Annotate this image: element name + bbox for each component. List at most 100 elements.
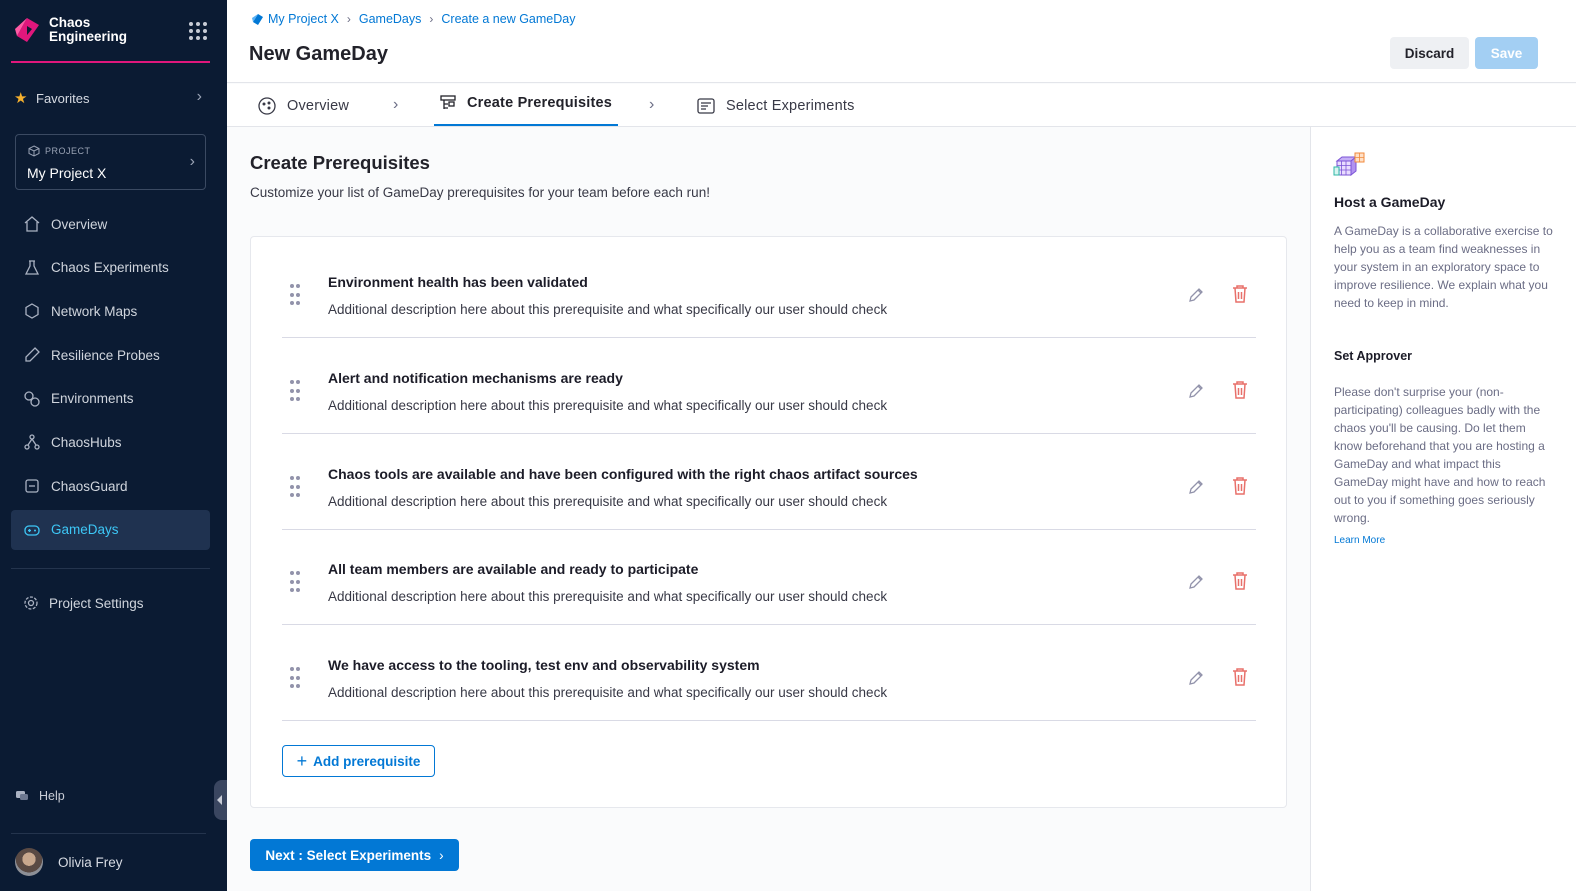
gear-icon [24,596,38,610]
project-selector[interactable]: PROJECT My Project X › [15,134,206,190]
sidebar-item-chaos-experiments[interactable]: Chaos Experiments [11,248,210,288]
favorites-item[interactable]: ★ Favorites › [11,84,210,112]
help-panel-subtitle: Set Approver [1334,349,1413,363]
chevron-right-icon: › [649,96,655,113]
brand-line2: Engineering [49,29,128,44]
sidebar-item-label: ChaosGuard [51,478,128,494]
sidebar-item-chaosguard[interactable]: ChaosGuard [11,466,210,506]
delete-icon[interactable] [1231,380,1249,400]
next-select-experiments-button[interactable]: Next : Select Experiments › [250,839,459,871]
project-label: PROJECT [45,146,91,156]
sidebar-nav: Overview Chaos Experiments Network Maps … [11,204,210,554]
sidebar-item-environments[interactable]: Environments [11,379,210,419]
user-profile[interactable]: Olivia Frey [15,848,123,876]
plus-icon: + [296,750,308,771]
tab-label: Overview [287,97,350,114]
help-label: Help [39,789,65,803]
drag-handle-icon[interactable] [290,284,300,308]
add-prerequisite-label: Add prerequisite [313,753,421,769]
tab-select-experiments[interactable]: Select Experiments [696,84,855,127]
breadcrumb-gamedays[interactable]: GameDays [359,12,422,26]
chevron-right-icon: › [189,153,195,170]
save-button[interactable]: Save [1475,37,1538,69]
list-item: All team members are available and ready… [282,529,1256,625]
edit-icon[interactable] [1187,478,1205,496]
delete-icon[interactable] [1231,571,1249,591]
brand-divider [11,61,210,63]
hub-icon [24,434,40,451]
breadcrumb-project[interactable]: My Project X [268,12,339,26]
flask-icon [24,260,40,275]
sidebar-item-overview[interactable]: Overview [11,204,210,244]
sidebar-item-chaoshubs[interactable]: ChaosHubs [11,422,210,462]
project-name: My Project X [27,165,107,181]
chevron-right-icon: › [196,88,202,105]
probe-icon [25,347,40,362]
help-panel: Host a GameDay A GameDay is a collaborat… [1310,127,1576,891]
user-name: Olivia Frey [58,854,123,870]
sidebar-item-label: GameDays [51,522,119,538]
page-header: My Project X › GameDays › Create a new G… [227,0,1576,83]
prerequisite-description: Additional description here about this p… [328,302,888,317]
chaos-logo-icon [15,18,39,42]
discard-button[interactable]: Discard [1390,37,1469,69]
list-item: Alert and notification mechanisms are re… [282,338,1256,434]
experiments-icon [697,97,715,114]
brand-line1: Chaos [49,15,91,30]
prerequisite-title: Chaos tools are available and have been … [328,466,918,482]
edit-icon[interactable] [1187,573,1205,591]
sidebar-item-gamedays[interactable]: GameDays [11,509,210,550]
sidebar-item-project-settings[interactable]: Project Settings [11,584,210,622]
sidebar-item-label: Chaos Experiments [51,260,169,276]
prerequisites-icon [440,94,456,109]
star-icon: ★ [14,90,28,107]
brand[interactable]: Chaos Engineering [14,16,127,44]
sidebar-item-network-maps[interactable]: Network Maps [11,291,210,331]
gamepad-icon [24,525,40,536]
breadcrumb: My Project X › GameDays › Create a new G… [251,12,575,26]
drag-handle-icon[interactable] [290,380,300,404]
wizard-tabs: Overview › Create Prerequisites › Select… [227,84,1576,127]
edit-icon[interactable] [1187,669,1205,687]
sidebar-item-label: Overview [51,216,108,232]
user-divider [11,833,206,834]
tab-create-prerequisites[interactable]: Create Prerequisites [439,81,612,124]
list-item: Environment health has been validated Ad… [282,242,1256,338]
prerequisite-description: Additional description here about this p… [328,494,888,509]
drag-handle-icon[interactable] [290,476,300,500]
edit-icon[interactable] [1187,286,1205,304]
edit-icon[interactable] [1187,382,1205,400]
sidebar-item-resilience-probes[interactable]: Resilience Probes [11,335,210,375]
sidebar-item-label: Network Maps [51,303,138,319]
help-panel-title: Host a GameDay [1334,194,1446,210]
chevron-right-icon: › [393,96,399,113]
avatar [15,848,43,876]
drag-handle-icon[interactable] [290,571,300,595]
help-item[interactable]: Help [15,789,65,803]
prerequisite-description: Additional description here about this p… [328,398,888,413]
section-title: Create Prerequisites [250,152,430,173]
favorites-label: Favorites [36,90,90,106]
delete-icon[interactable] [1231,667,1249,687]
tab-label: Create Prerequisites [467,94,613,111]
cube-icon [28,145,40,157]
next-button-label: Next : Select Experiments [265,847,432,863]
hexagon-icon [25,303,39,320]
sidebar-collapse-handle[interactable] [214,780,227,820]
help-panel-text2: Please don't surprise your (non-particip… [1334,385,1546,525]
add-prerequisite-button[interactable]: + Add prerequisite [282,745,435,777]
prerequisite-title: We have access to the tooling, test env … [328,657,760,673]
list-item: We have access to the tooling, test env … [282,625,1256,721]
overview-icon [258,96,276,115]
delete-icon[interactable] [1231,284,1249,304]
learn-more-link[interactable]: Learn More [1334,535,1385,546]
guard-icon [25,479,39,493]
tab-overview[interactable]: Overview [257,84,349,127]
chevron-right-icon: › [346,12,351,26]
apps-grid-icon[interactable] [189,22,207,40]
breadcrumb-current[interactable]: Create a new GameDay [441,12,575,26]
drag-handle-icon[interactable] [290,667,300,691]
list-item: Chaos tools are available and have been … [282,434,1256,530]
help-chat-icon [16,791,28,800]
delete-icon[interactable] [1231,476,1249,496]
